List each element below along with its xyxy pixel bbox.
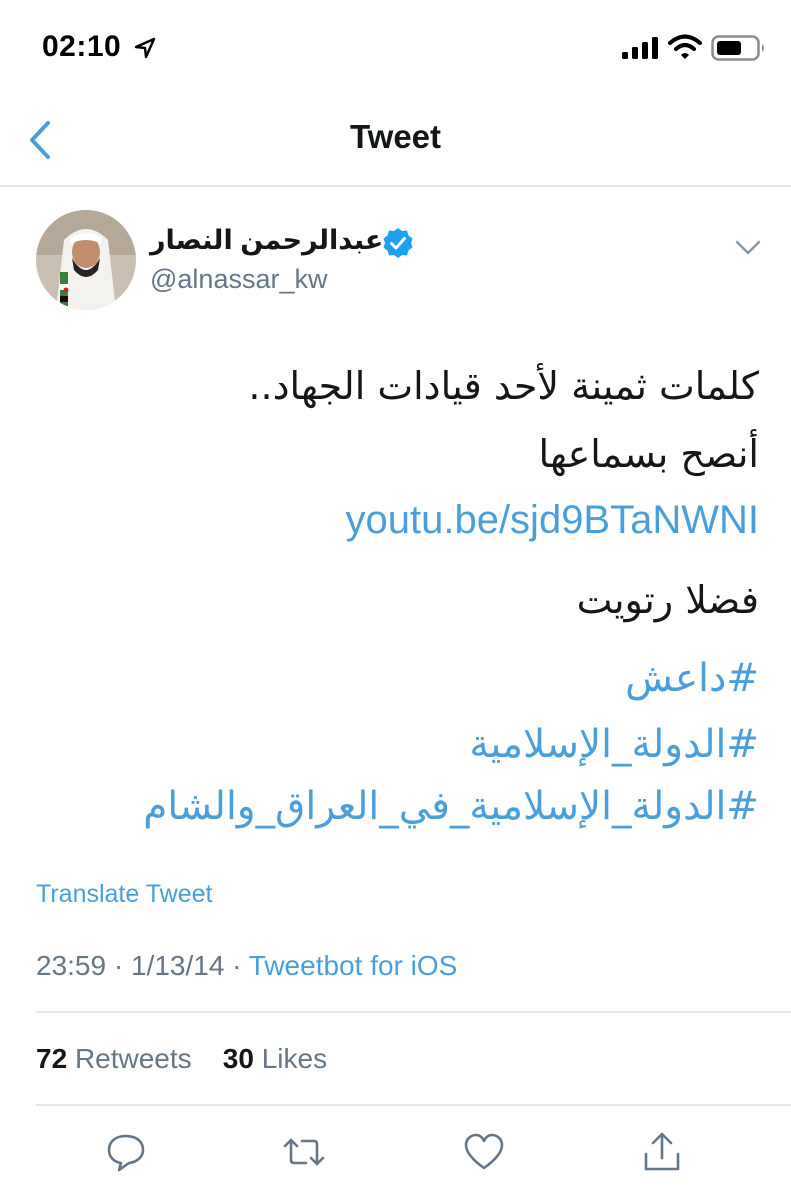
share-icon[interactable] xyxy=(640,1130,684,1174)
tweet-text-after: فضلا رتويت xyxy=(576,578,759,622)
nav-divider xyxy=(0,185,791,187)
retweets-label: Retweets xyxy=(74,1043,192,1074)
author-display-name[interactable]: عبدالرحمن النصار xyxy=(150,225,383,256)
chevron-down-icon[interactable] xyxy=(733,236,763,260)
reply-icon[interactable] xyxy=(104,1130,148,1174)
meta-separator: · xyxy=(113,950,131,981)
signal-bars-icon xyxy=(622,37,658,59)
page-title: Tweet xyxy=(349,118,442,155)
battery-icon xyxy=(711,35,764,61)
hashtag-link[interactable]: #الدولة_الإسلامية_في_العراق_والشام xyxy=(59,780,759,834)
likes-stat[interactable]: 30 Likes xyxy=(223,1043,327,1074)
retweets-count: 72 xyxy=(36,1043,68,1074)
translate-tweet-link[interactable]: Translate Tweet xyxy=(36,880,212,909)
stats-divider-top xyxy=(36,1011,791,1013)
tweet-stats: 72 Retweets 30 Likes xyxy=(36,1043,327,1075)
likes-count: 30 xyxy=(222,1043,254,1074)
retweets-stat[interactable]: 72 Retweets xyxy=(36,1043,192,1074)
like-icon[interactable] xyxy=(462,1130,506,1174)
meta-separator: · xyxy=(232,950,249,981)
author-handle[interactable]: @alnassar_kw xyxy=(150,264,327,295)
status-time: 02:10 xyxy=(42,30,122,63)
tweet-date: 1/13/14 xyxy=(130,950,225,981)
hashtag-link[interactable]: #داعش xyxy=(59,652,759,706)
likes-label: Likes xyxy=(261,1043,328,1074)
retweet-icon[interactable] xyxy=(282,1130,326,1174)
avatar[interactable] xyxy=(36,210,136,310)
tweet-text-line-2: أنصح بسماعها xyxy=(538,432,760,476)
verified-badge-icon xyxy=(383,228,413,258)
tweet-time: 23:59 xyxy=(36,950,107,981)
tweet-meta: 23:59 · 1/13/14 · Tweetbot for iOS xyxy=(36,950,457,982)
location-arrow-icon xyxy=(134,37,156,59)
tweet-source-link[interactable]: Tweetbot for iOS xyxy=(249,950,458,981)
stats-divider-bottom xyxy=(36,1104,791,1106)
tweet-link[interactable]: youtu.be/sjd9BTaNWNI xyxy=(59,494,759,546)
hashtag-link[interactable]: #الدولة_الإسلامية xyxy=(59,718,759,772)
wifi-icon xyxy=(668,34,702,59)
tweet-text-line-1: كلمات ثمينة لأحد قيادات الجهاد.. xyxy=(248,364,759,408)
